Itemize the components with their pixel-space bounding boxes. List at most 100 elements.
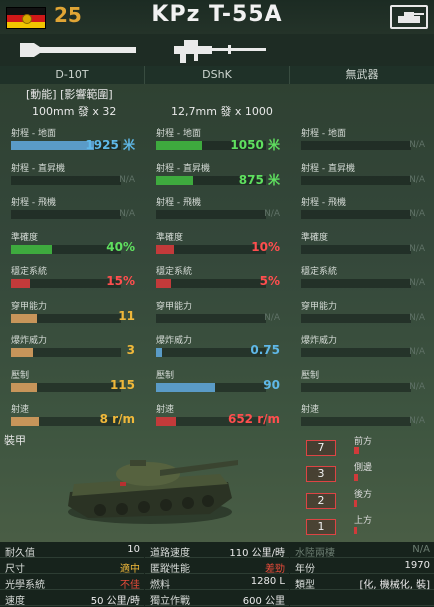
stat-row: 射速 8 r/m 射速 652 r/m 射速 N/A — [0, 398, 434, 433]
spec-cell: 匿蹤性能 差勁 — [145, 558, 289, 575]
armor-title: 裝甲 — [4, 434, 26, 447]
stat-cell: 壓制 115 — [0, 364, 145, 399]
stat-bar-fill — [11, 141, 94, 150]
stat-bar — [301, 175, 411, 185]
spec-value: [化, 機械化, 裝] — [359, 580, 430, 591]
stat-bar — [301, 279, 411, 288]
spec-value: 1280 L — [250, 576, 285, 587]
spec-cell — [290, 590, 434, 606]
stat-cell: 射程 - 地面 1050 米 — [145, 122, 290, 157]
unit-specs-panel: 耐久值 10 道路速度 110 公里/時 水陸兩棲 N/A 尺寸 適中 匿蹤性能 差勁 年份 1970… — [0, 542, 434, 607]
spec-value: 600 公里 — [242, 596, 285, 607]
spec-value: N/A — [412, 544, 430, 555]
stat-bar-fill — [156, 417, 176, 426]
spec-cell: 水陸兩棲 N/A — [290, 542, 434, 559]
ammo-info-1: [動能] [影響範圍] 100mm 發 x 32 — [26, 84, 145, 120]
stat-label: 準確度 — [156, 232, 184, 243]
stat-label: 準確度 — [301, 232, 329, 243]
weapon-icon-strip — [0, 34, 434, 66]
stat-cell: 爆炸威力 N/A — [290, 329, 434, 364]
armor-side-label: 側邊 — [354, 463, 373, 473]
stat-cell: 射程 - 飛機 N/A — [0, 191, 145, 226]
weapon-name-3: 無武器 — [345, 68, 379, 81]
stat-value: N/A — [119, 174, 135, 185]
stat-label: 射速 — [156, 405, 175, 415]
stat-bar-fill — [156, 382, 216, 392]
stat-cell: 壓制 90 — [145, 364, 290, 399]
stat-cell: 準確度 N/A — [290, 226, 434, 261]
stat-value: N/A — [409, 209, 425, 219]
spec-value: 不佳 — [120, 580, 140, 591]
armor-front-value: 7 — [306, 440, 336, 456]
stat-bar-fill — [156, 141, 203, 150]
spec-key: 獨立作戰 — [150, 596, 190, 607]
stat-bar-fill — [156, 348, 162, 357]
spec-row: 光學系統 不佳 燃料 1280 L 類型 [化, 機械化, 裝] — [0, 574, 434, 591]
stat-value: 1050 米 — [230, 138, 280, 152]
spec-cell: 獨立作戰 600 公里 — [145, 590, 289, 607]
stat-value: N/A — [409, 381, 425, 392]
spec-cell: 尺寸 適中 — [0, 558, 144, 575]
stat-label: 準確度 — [11, 232, 39, 243]
spec-value: 110 公里/時 — [229, 548, 285, 559]
spec-key: 匿蹤性能 — [150, 564, 190, 575]
stat-label: 壓制 — [11, 370, 30, 381]
weapon-name-1: D-10T — [0, 66, 145, 84]
spec-cell: 類型 [化, 機械化, 裝] — [290, 574, 434, 591]
armor-rear-value: 2 — [306, 493, 336, 509]
spec-value: 適中 — [120, 564, 140, 575]
machine-gun-icon — [174, 40, 266, 63]
armor-side-value: 3 — [306, 466, 336, 482]
stat-cell: 射速 N/A — [290, 398, 434, 433]
weapon-name-2: DShK — [145, 66, 290, 84]
stat-bar — [156, 244, 266, 254]
ammo-count: 100mm 發 x 32 — [32, 105, 117, 118]
stat-cell: 準確度 10% — [145, 226, 290, 261]
spec-row: 耐久值 10 道路速度 110 公里/時 水陸兩棲 N/A — [0, 542, 434, 559]
spec-row: 尺寸 適中 匿蹤性能 差勁 年份 1970 — [0, 558, 434, 575]
tank-cannon-icon — [20, 43, 136, 57]
stat-bar-fill — [156, 244, 174, 254]
stat-bar — [11, 244, 121, 254]
stat-value: 115 — [109, 377, 135, 392]
stat-bar — [301, 141, 411, 150]
spec-key: 水陸兩棲 — [295, 548, 335, 559]
stat-label: 射程 - 直昇機 — [11, 163, 65, 174]
armor-side-bar — [354, 474, 358, 481]
stat-bar-fill — [11, 382, 38, 392]
ammo-info-2: 12,7mm 發 x 1000 — [171, 84, 290, 120]
stat-row: 射程 - 地面 1925 米 射程 - 地面 1050 米 射程 - 地面 N/A — [0, 122, 434, 157]
stat-bar — [156, 313, 266, 323]
armor-top-label: 上方 — [354, 516, 373, 526]
spec-cell: 燃料 1280 L — [145, 574, 289, 591]
spec-cell: 光學系統 不佳 — [0, 574, 144, 591]
stat-cell: 射速 8 r/m — [0, 398, 145, 433]
stat-row: 射程 - 飛機 N/A 射程 - 飛機 N/A 射程 - 飛機 N/A — [0, 191, 434, 226]
stat-value: N/A — [409, 416, 425, 426]
stat-cell: 壓制 N/A — [290, 364, 434, 399]
spec-key: 年份 — [295, 564, 315, 575]
stat-row: 準確度 40% 準確度 10% 準確度 N/A — [0, 226, 434, 261]
stat-value: 5% — [259, 274, 280, 288]
stat-value: N/A — [409, 140, 425, 150]
stat-bar — [156, 210, 266, 219]
armor-front-label: 前方 — [354, 437, 373, 447]
stat-value: 15% — [106, 274, 135, 288]
stat-cell: 射程 - 直昇機 875 米 — [145, 157, 290, 192]
stat-bar-fill — [156, 175, 194, 185]
stat-bar-fill — [11, 279, 30, 288]
spec-key: 尺寸 — [5, 564, 25, 575]
stat-bar — [301, 244, 411, 254]
stat-label: 穩定系統 — [301, 267, 338, 277]
stat-label: 穿甲能力 — [301, 301, 338, 312]
stat-label: 射速 — [301, 405, 320, 415]
stat-row: 壓制 115 壓制 90 壓制 N/A — [0, 364, 434, 399]
spec-key: 速度 — [5, 596, 25, 607]
spec-cell: 耐久值 10 — [0, 542, 144, 559]
stat-value: N/A — [409, 312, 425, 323]
stat-bar-fill — [11, 244, 52, 254]
stat-label: 射程 - 直昇機 — [156, 163, 210, 174]
spec-row: 速度 50 公里/時 獨立作戰 600 公里 — [0, 590, 434, 607]
stat-label: 爆炸威力 — [301, 336, 338, 346]
weapon-columns-header: D-10T DShK 無武器 — [0, 66, 434, 84]
